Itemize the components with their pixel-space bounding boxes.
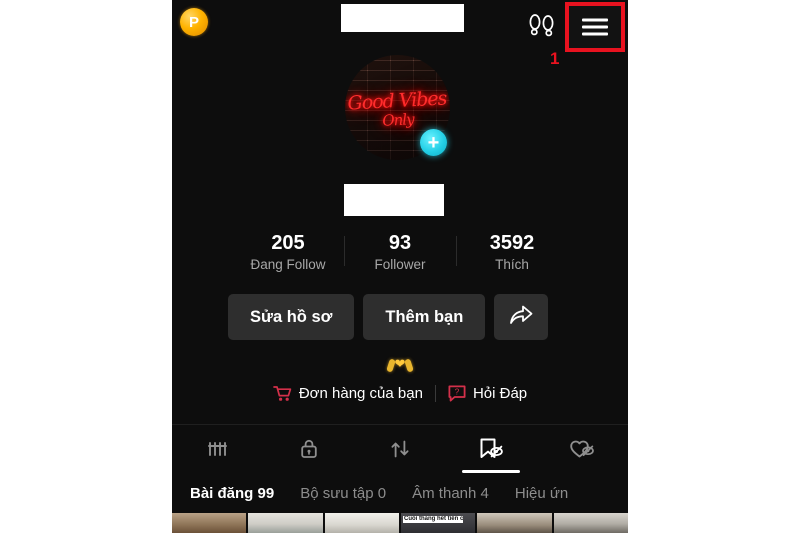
hamburger-line-1 (582, 18, 608, 22)
action-buttons-row: Sửa hồ sơ Thêm bạn (228, 294, 549, 340)
coin-label: P (188, 13, 199, 31)
stat-following[interactable]: 205 Đang Follow (232, 232, 344, 274)
content-tab-bar (172, 424, 628, 473)
stat-followers-label: Follower (374, 257, 426, 272)
subtab-collections[interactable]: Bộ sưu tập 0 (300, 485, 386, 502)
qa-link-label: Hỏi Đáp (472, 385, 528, 402)
stat-likes-label: Thích (495, 257, 529, 272)
orders-link-label: Đơn hàng của bạn (298, 385, 423, 402)
avatar-neon-text: Good Vibes Only (345, 87, 450, 131)
stats-row: 205 Đang Follow 93 Follower 3592 Thích (220, 232, 580, 274)
hamburger-lines (582, 15, 608, 40)
tab-liked-hidden[interactable] (537, 425, 628, 473)
video-thumbnail-strip: Cuối tháng hết tiền cũng phải (172, 513, 628, 533)
orders-link[interactable]: Đơn hàng của bạn (261, 385, 435, 402)
thumbnail-item[interactable] (477, 513, 552, 533)
tab-private-posts[interactable] (263, 425, 354, 473)
stat-likes[interactable]: 3592 Thích (456, 232, 568, 274)
tab-reposts[interactable] (354, 425, 445, 473)
share-button[interactable] (494, 294, 549, 340)
add-friend-button[interactable]: Thêm bạn (363, 294, 486, 340)
lock-private-icon (299, 438, 319, 460)
bio-row: ❤ (172, 355, 628, 382)
page-root: P 1 Good Vibes Only + 205 Đang Follow 93… (0, 0, 800, 533)
thumbnail-item[interactable] (248, 513, 323, 533)
qa-link[interactable]: ? Hỏi Đáp (436, 385, 539, 402)
shopping-cart-icon (272, 385, 292, 402)
bookmark-hidden-icon (478, 437, 504, 461)
thumbnail-item[interactable] (172, 513, 247, 533)
tab-grid-posts[interactable] (172, 425, 263, 473)
thumbnail-caption: Cuối tháng hết tiền cũng phải (402, 516, 464, 523)
profile-links-row: Đơn hàng của bạn ? Hỏi Đáp (172, 385, 628, 402)
subtab-sounds[interactable]: Âm thanh 4 (412, 485, 489, 502)
avatar-container[interactable]: Good Vibes Only + (345, 55, 450, 160)
heart-hidden-icon (569, 437, 595, 461)
plus-badge-icon[interactable]: + (420, 129, 447, 156)
sub-tab-row: Bài đăng 99 Bộ sưu tập 0 Âm thanh 4 Hiệu… (172, 475, 628, 511)
hamburger-line-3 (582, 32, 608, 36)
stat-following-label: Đang Follow (250, 257, 326, 272)
annotation-step-number: 1 (550, 49, 560, 68)
stat-followers-value: 93 (388, 232, 412, 254)
tab-saved-hidden[interactable] (446, 425, 537, 473)
thumbnail-item[interactable]: Cuối tháng hết tiền cũng phải (400, 513, 476, 533)
hamburger-menu-icon[interactable] (565, 2, 625, 52)
svg-text:?: ? (455, 387, 460, 397)
thumbnail-item[interactable] (324, 513, 399, 533)
stat-followers[interactable]: 93 Follower (344, 232, 456, 274)
coin-p-icon[interactable]: P (180, 8, 208, 36)
heart-hands-icon: ❤ (386, 355, 414, 377)
grid-posts-icon (207, 439, 229, 459)
repost-arrows-icon (389, 438, 411, 460)
top-bar: P 1 (172, 0, 628, 67)
stat-following-value: 205 (271, 232, 305, 254)
thumbnail-item[interactable] (553, 513, 628, 533)
display-name-redaction-bar (344, 184, 444, 216)
question-bubble-icon: ? (448, 385, 466, 402)
edit-profile-button[interactable]: Sửa hồ sơ (228, 294, 355, 340)
footprints-icon[interactable] (527, 10, 557, 38)
hamburger-line-2 (582, 25, 608, 29)
phone-screenshot: P 1 Good Vibes Only + 205 Đang Follow 93… (172, 0, 628, 533)
subtab-posts[interactable]: Bài đăng 99 (190, 485, 274, 502)
heart-hands-heart: ❤ (394, 356, 406, 371)
subtab-effects[interactable]: Hiệu ứn (515, 485, 568, 502)
stat-likes-value: 3592 (489, 232, 535, 254)
heart-hands-right (404, 358, 414, 373)
share-arrow-icon (509, 304, 533, 331)
username-redaction-bar (341, 4, 464, 32)
